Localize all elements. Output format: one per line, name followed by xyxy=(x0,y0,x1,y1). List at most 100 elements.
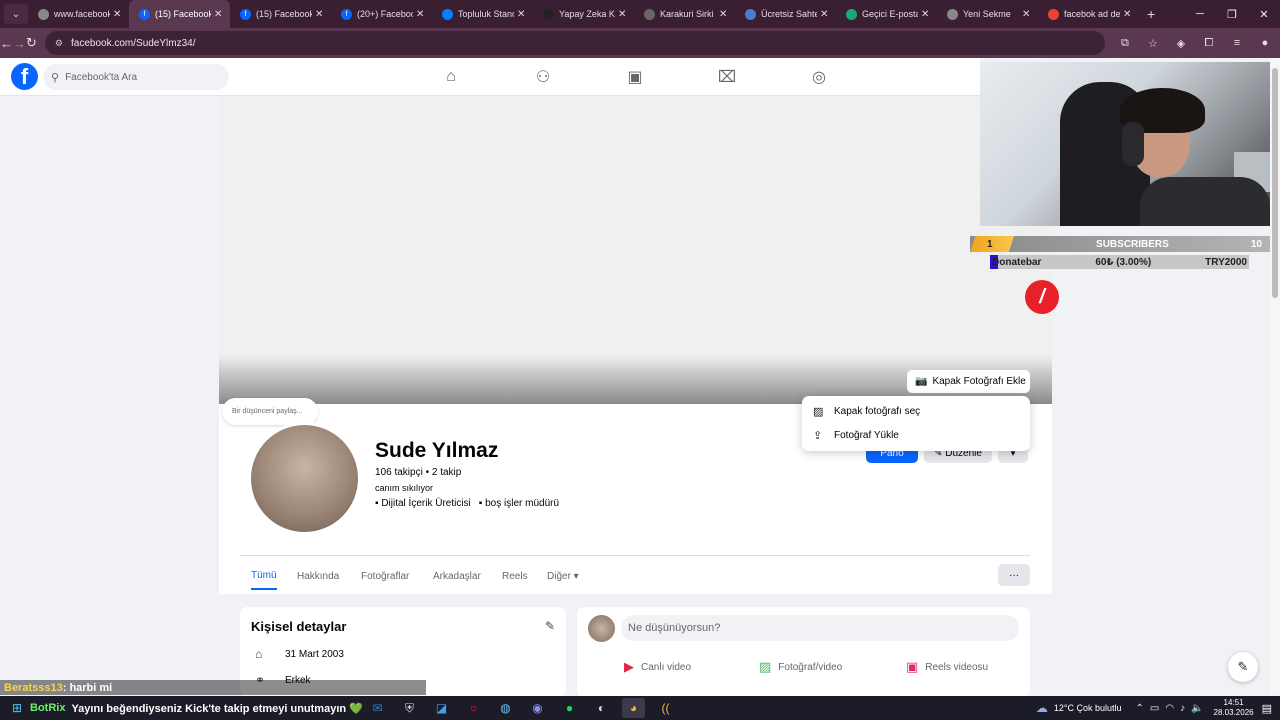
cast-icon[interactable]: ⧉ xyxy=(1115,33,1135,53)
close-tab-icon[interactable]: ✕ xyxy=(921,9,931,20)
add-cover-photo-button[interactable]: 📷 Kapak Fotoğrafı Ekle xyxy=(907,370,1030,393)
close-tab-icon[interactable]: ✕ xyxy=(719,9,729,20)
tab-search-button[interactable]: ⌄ xyxy=(4,4,28,24)
discord-icon[interactable]: ◉ xyxy=(526,698,549,718)
tab-photos[interactable]: Fotoğraflar xyxy=(361,562,409,590)
live-video-button[interactable]: ▶ Canlı video xyxy=(624,659,691,675)
close-tab-icon[interactable]: ✕ xyxy=(517,9,527,20)
volume-icon[interactable]: 🔈 xyxy=(1191,703,1203,714)
tab-more[interactable]: Diğer ▾ xyxy=(547,562,579,590)
steam-icon[interactable]: ◍ xyxy=(494,698,517,718)
home-icon[interactable]: ⌂ xyxy=(431,58,471,96)
browser-tab[interactable]: facebok ad de ✕ xyxy=(1038,0,1139,28)
weather-text: 12°C Çok bulutlu xyxy=(1053,703,1122,713)
browser-tab[interactable]: Topluluk Stand ✕ xyxy=(432,0,533,28)
profile-avatar[interactable] xyxy=(248,422,361,535)
image-icon: ▨ xyxy=(813,405,824,418)
photo-video-button[interactable]: ▨ Fotoğraf/video xyxy=(759,659,842,675)
tabs-options-button[interactable]: ··· xyxy=(998,564,1030,586)
chat-text: : harbi mi xyxy=(62,681,113,694)
cake-icon: ⌂ xyxy=(255,647,263,661)
browser-tab[interactable]: f (15) Facebook ✕ xyxy=(129,0,230,28)
composer-input[interactable]: Ne düşünüyorsun? xyxy=(621,615,1019,641)
display-icon[interactable]: ▭ xyxy=(1150,703,1159,714)
close-tab-icon[interactable]: ✕ xyxy=(315,9,325,20)
search-icon: ⚲ xyxy=(51,71,60,84)
browser-tab[interactable]: f (20+) Faceboo ✕ xyxy=(331,0,432,28)
browser-tab[interactable]: www.facebook ✕ xyxy=(28,0,129,28)
groups-icon[interactable]: ◎ xyxy=(799,58,839,96)
puzzle-icon[interactable]: ⧠ xyxy=(1199,33,1219,53)
audio-app-icon[interactable]: (( xyxy=(654,698,677,718)
close-tab-icon[interactable]: ✕ xyxy=(416,9,426,20)
url-field[interactable]: ⚙ facebook.com/SudeYlmz34/ xyxy=(44,31,1105,55)
globe-icon xyxy=(947,8,958,20)
new-message-button[interactable]: ✎ xyxy=(1228,652,1258,682)
close-tab-icon[interactable]: ✕ xyxy=(1022,9,1032,20)
browser-tab[interactable]: Ücretsiz Sahte ✕ xyxy=(735,0,836,28)
personal-details-title: Kişisel detaylar xyxy=(251,619,347,634)
reels-button[interactable]: ▣ Reels videosu xyxy=(906,659,988,675)
opera-icon[interactable]: ○ xyxy=(462,698,485,718)
tab-reels[interactable]: Reels xyxy=(502,562,528,590)
browser-tab[interactable]: Yapay Zeka Ka ✕ xyxy=(533,0,634,28)
tab-title: Karakuri Sirki xyxy=(660,9,714,19)
browser-tab[interactable]: f (15) Facebook ✕ xyxy=(230,0,331,28)
kick-logo: / xyxy=(1025,280,1059,314)
tab-title: Ücretsiz Sahte xyxy=(761,9,817,19)
chevron-up-icon[interactable]: ⌃ xyxy=(1136,703,1144,714)
reload-button[interactable]: ↻ xyxy=(26,30,37,56)
clock[interactable]: 14:51 28.03.2026 xyxy=(1214,698,1254,718)
close-window-button[interactable]: ✕ xyxy=(1248,0,1280,28)
close-tab-icon[interactable]: ✕ xyxy=(113,9,123,20)
maximize-button[interactable]: ❐ xyxy=(1216,0,1248,28)
taskbar-apps: ✉ ⛨ ◪ ○ ◍ ◉ ● ◐ ◕ (( xyxy=(366,696,677,720)
close-tab-icon[interactable]: ✕ xyxy=(618,9,628,20)
extension-icon[interactable]: ◈ xyxy=(1171,33,1191,53)
chrome-icon[interactable]: ◕ xyxy=(622,698,645,718)
notification-icon[interactable]: ▤ xyxy=(1262,702,1272,715)
media-icon[interactable]: ≡ xyxy=(1227,33,1247,53)
weather-widget[interactable]: ☁ 12°C Çok bulutlu xyxy=(1036,701,1122,715)
friends-icon[interactable]: ⚇ xyxy=(523,58,563,96)
obs-icon[interactable]: ◐ xyxy=(590,698,613,718)
browser-tab-bar: ⌄ www.facebook ✕ f (15) Facebook ✕ f (15) Face… xyxy=(0,0,1280,28)
browser-tab[interactable]: Karakuri Sirki ✕ xyxy=(634,0,735,28)
photo-video-label: Fotoğraf/video xyxy=(778,661,843,673)
new-tab-button[interactable]: + xyxy=(1147,6,1155,22)
tab-about[interactable]: Hakkında xyxy=(297,562,339,590)
scrollbar-thumb[interactable] xyxy=(1272,68,1278,298)
tab-all[interactable]: Tümü xyxy=(251,562,277,590)
browser-tab[interactable]: Geçici E-posta ✕ xyxy=(836,0,937,28)
pencil-icon[interactable]: ✎ xyxy=(545,619,555,633)
spotify-icon[interactable]: ● xyxy=(558,698,581,718)
follower-stats[interactable]: 106 takipçi • 2 takip xyxy=(375,467,461,478)
outlook-icon[interactable]: ✉ xyxy=(366,698,389,718)
wifi-icon[interactable]: ◠ xyxy=(1165,703,1174,714)
upload-photo-item[interactable]: ⇪ Fotoğraf Yükle xyxy=(802,423,1030,447)
cover-photo[interactable] xyxy=(219,96,1052,404)
forward-button[interactable]: → xyxy=(13,30,26,56)
taskbar: ⊞ BotRix Yayını beğendiyseniz Kick'te ta… xyxy=(0,696,1280,720)
bookmark-star-icon[interactable]: ☆ xyxy=(1143,33,1163,53)
profile-avatar-icon[interactable]: ● xyxy=(1255,33,1275,53)
back-button[interactable]: ← xyxy=(0,30,13,56)
minimize-button[interactable]: ─ xyxy=(1184,0,1216,28)
tab-friends[interactable]: Arkadaşlar xyxy=(433,562,481,590)
close-tab-icon[interactable]: ✕ xyxy=(214,9,224,20)
mic-icon[interactable]: ♪ xyxy=(1180,703,1185,714)
video-icon[interactable]: ▣ xyxy=(615,58,655,96)
windows-start-icon[interactable]: ⊞ xyxy=(6,697,28,719)
facebook-logo[interactable]: f xyxy=(11,63,38,90)
close-tab-icon[interactable]: ✕ xyxy=(820,9,830,20)
azure-icon[interactable]: ◪ xyxy=(430,698,453,718)
windows-security-icon[interactable]: ⛨ xyxy=(398,698,421,718)
note-bubble[interactable]: Bir düşünceni paylaş... xyxy=(222,398,318,425)
close-tab-icon[interactable]: ✕ xyxy=(1123,9,1133,20)
site-info-icon[interactable]: ⚙ xyxy=(55,38,63,49)
facebook-search[interactable]: ⚲ Facebook'ta Ara xyxy=(43,64,229,90)
profile-tags: ▪ Dijital İçerik Üreticisi ▪ boş işler m… xyxy=(375,498,559,509)
browser-tab[interactable]: Yeni Sekme ✕ xyxy=(937,0,1038,28)
marketplace-icon[interactable]: ⌧ xyxy=(707,58,747,96)
choose-cover-photo-item[interactable]: ▨ Kapak fotoğrafı seç xyxy=(802,399,1030,423)
